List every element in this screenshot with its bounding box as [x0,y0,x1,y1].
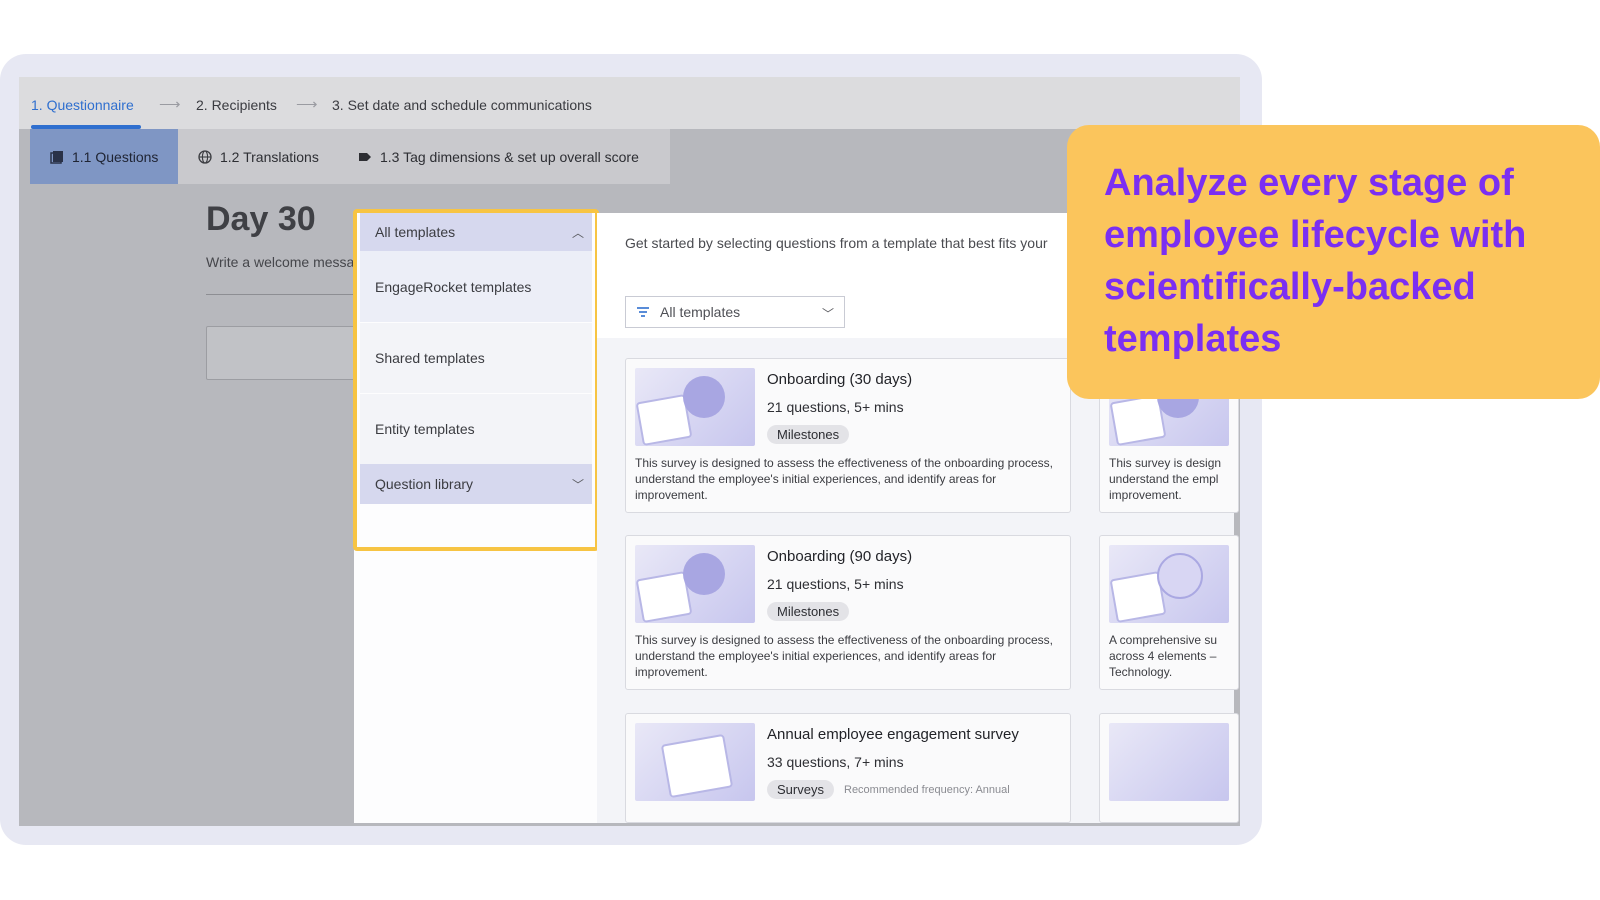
app-screen: 1. Questionnaire ⟶ 2. Recipients ⟶ 3. Se… [19,77,1240,826]
feature-callout: Analyze every stage of employee lifecycl… [1067,125,1600,399]
card-description: This survey is design understand the emp… [1109,456,1222,502]
template-card[interactable]: Onboarding (30 days) 21 questions, 5+ mi… [625,358,1071,513]
template-card[interactable]: A comprehensive su across 4 elements – T… [1099,535,1239,690]
card-title: Onboarding (30 days) [767,371,913,388]
card-title: Onboarding (90 days) [767,548,913,565]
welcome-message-placeholder[interactable]: Write a welcome messag [206,254,356,270]
template-card[interactable]: Onboarding (90 days) 21 questions, 5+ mi… [625,535,1071,690]
arrow-right-icon: ⟶ [159,96,181,113]
step-schedule[interactable]: 3. Set date and schedule communications [332,97,592,113]
document-stack-icon [50,150,63,164]
filter-icon [637,307,649,317]
chart-illustration [1109,723,1229,801]
sub-tab-bar: 1.1 Questions 1.2 Translations 1.3 Tag d… [30,129,670,184]
intro-text: Get started by selecting questions from … [625,235,1048,251]
card-badge: Milestones [767,425,850,444]
welcome-field-underline [206,294,356,295]
tab-questions[interactable]: 1.1 Questions [30,129,179,184]
chevron-down-icon: ﹀ [821,307,834,321]
tab-translations[interactable]: 1.2 Translations [198,129,319,184]
tab-translations-label: 1.2 Translations [220,148,319,165]
onboarding-illustration [635,368,755,447]
card-description: This survey is designed to assess the ef… [635,633,1054,679]
callout-text: Analyze every stage of employee lifecycl… [1104,162,1527,360]
filter-value: All templates [660,304,741,320]
card-badge: Surveys [767,780,834,799]
card-title: Annual employee engagement survey [767,726,1019,743]
smiley-illustration [1109,545,1229,624]
card-meta: 33 questions, 7+ mins [767,754,904,770]
step-recipients[interactable]: 2. Recipients [196,97,277,113]
card-frequency: Recommended frequency: Annual [844,784,1010,796]
highlight-outline [353,209,599,551]
card-meta: 21 questions, 5+ mins [767,399,904,415]
template-card[interactable] [1099,713,1239,823]
card-description: This survey is designed to assess the ef… [635,456,1054,502]
template-side-menu: All templates ︿ EngageRocket templates S… [353,209,599,823]
step-questionnaire[interactable]: 1. Questionnaire [31,97,134,113]
step-bar: 1. Questionnaire ⟶ 2. Recipients ⟶ 3. Se… [19,77,1240,129]
template-card[interactable]: Annual employee engagement survey 33 que… [625,713,1071,823]
tag-icon [359,152,371,161]
card-description: A comprehensive su across 4 elements – T… [1109,633,1218,679]
arrow-right-icon: ⟶ [296,96,318,113]
page-title: Day 30 [206,200,316,238]
globe-icon [198,149,212,164]
tab-questions-label: 1.1 Questions [72,148,159,165]
tab-tag-dimensions-label: 1.3 Tag dimensions & set up overall scor… [380,148,639,165]
onboarding-illustration [635,545,755,624]
card-meta: 21 questions, 5+ mins [767,576,904,592]
text-input-box[interactable] [206,326,368,380]
calendar-illustration [635,723,755,801]
card-badge: Milestones [767,602,850,621]
template-filter-dropdown[interactable]: All templates ﹀ [625,296,845,328]
tab-tag-dimensions[interactable]: 1.3 Tag dimensions & set up overall scor… [358,129,639,184]
